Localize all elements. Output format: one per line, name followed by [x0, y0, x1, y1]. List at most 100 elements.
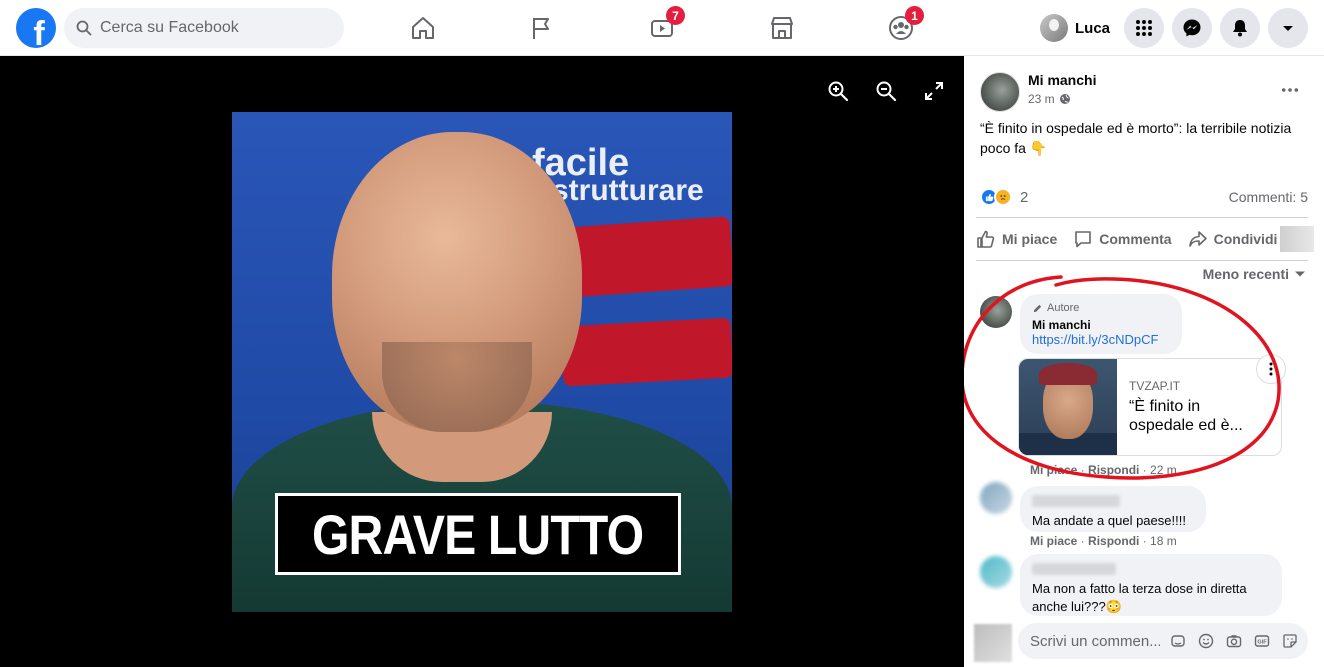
top-navigation-bar: f 7 1 Luca — [0, 0, 1324, 56]
menu-grid-icon — [1136, 20, 1152, 36]
groups-notification-badge: 1 — [905, 6, 924, 25]
more-dots-icon — [1281, 88, 1299, 92]
profile-name: Luca — [1075, 19, 1111, 37]
post-text: “È finito in ospedale ed è morto”: la te… — [980, 120, 1292, 156]
fullscreen-icon[interactable] — [921, 78, 947, 104]
write-comment-box[interactable]: GIF — [1018, 623, 1308, 659]
post-options-button[interactable] — [1276, 78, 1304, 102]
pencil-icon — [1033, 304, 1042, 312]
chevron-down-icon — [1283, 26, 1293, 31]
link-preview-site: TVZAP.IT — [1129, 379, 1181, 393]
post-meta: 23 m — [1028, 92, 1071, 106]
comment-link[interactable]: https://bit.ly/3cNDpCF — [1032, 332, 1170, 347]
watch-video-icon[interactable]: 7 — [642, 6, 685, 48]
comment-label: Commenta — [1099, 231, 1172, 247]
photo-caption-box: GRAVE LUTTO — [275, 493, 681, 575]
comment-text: Ma non a fatto la terza dose in diretta … — [1032, 581, 1247, 614]
post-time[interactable]: 23 m — [1028, 92, 1055, 106]
account-menu-button[interactable] — [1268, 8, 1308, 48]
groups-icon[interactable]: 1 — [881, 6, 924, 48]
photo-background-text: strutturare — [552, 174, 704, 207]
pages-flag-icon[interactable] — [522, 8, 562, 48]
photo-viewer: facile strutturare GRAVE LUTTO — [0, 56, 964, 667]
comment-icon — [1075, 231, 1092, 248]
shared-preview-thumbnail[interactable] — [1280, 226, 1314, 252]
divider — [976, 260, 1308, 261]
comment-time[interactable]: 22 m — [1150, 463, 1177, 477]
messenger-icon — [1183, 19, 1201, 37]
avatar — [1040, 14, 1068, 42]
comment-reply-link[interactable]: Rispondi — [1088, 463, 1139, 477]
thumbs-up-icon — [977, 230, 995, 248]
photo-background-sponsor — [560, 317, 732, 387]
menu-grid-button[interactable] — [1124, 8, 1164, 48]
comment-author[interactable]: Mi manchi — [1032, 318, 1170, 332]
share-icon — [1188, 231, 1207, 247]
comment-author-hidden — [1032, 562, 1270, 580]
marketplace-icon[interactable] — [762, 8, 802, 48]
search-bar[interactable] — [64, 8, 344, 48]
home-icon[interactable] — [403, 8, 443, 48]
search-input[interactable] — [100, 19, 320, 37]
globe-icon — [1059, 94, 1070, 104]
more-vertical-icon — [1269, 362, 1273, 376]
caret-down-icon — [1295, 271, 1305, 277]
gif-icon[interactable]: GIF — [1248, 627, 1276, 655]
notifications-button[interactable] — [1220, 8, 1260, 48]
link-preview-card[interactable]: TVZAP.IT “È finito in ospedale ed è... — [1018, 358, 1282, 456]
post-photo: facile strutturare GRAVE LUTTO — [232, 112, 732, 612]
post-side-panel: Mi manchi 23 m “È finito in ospedale ed … — [964, 56, 1324, 667]
comment-like-link[interactable]: Mi piace — [1030, 534, 1077, 548]
comment-bubble: Ma non a fatto la terza dose in diretta … — [1020, 554, 1282, 616]
link-card-options-button[interactable] — [1256, 354, 1286, 384]
bell-icon — [1233, 20, 1247, 37]
comment-author-hidden — [1032, 494, 1194, 512]
zoom-in-icon[interactable] — [825, 78, 851, 104]
avatar-sticker-icon[interactable] — [1164, 627, 1192, 655]
facebook-logo-icon[interactable]: f — [16, 8, 56, 48]
sticker-icon[interactable] — [1276, 627, 1304, 655]
current-user-avatar — [974, 624, 1012, 662]
comment-bubble: Ma andate a quel paese!!!! — [1020, 486, 1206, 532]
messenger-button[interactable] — [1172, 8, 1212, 48]
post-author-name[interactable]: Mi manchi — [1028, 72, 1096, 88]
comment-avatar[interactable] — [980, 296, 1012, 328]
post-actions: Mi piace Commenta Condividi — [964, 222, 1324, 256]
photo-background-sponsor — [559, 216, 732, 298]
link-preview-image — [1019, 359, 1117, 455]
author-tag: Autore — [1032, 302, 1170, 314]
comment-avatar[interactable] — [980, 482, 1012, 514]
comment-bubble: Autore Mi manchi https://bit.ly/3cNDpCF — [1020, 294, 1182, 354]
sad-reaction-icon — [994, 188, 1012, 206]
reactions-summary[interactable]: 2 — [980, 188, 1028, 206]
svg-text:GIF: GIF — [1257, 640, 1267, 646]
share-button[interactable]: Condividi — [1188, 229, 1278, 249]
like-button[interactable]: Mi piace — [976, 229, 1057, 249]
video-notification-badge: 7 — [666, 6, 685, 25]
comment-input[interactable] — [1030, 632, 1160, 650]
camera-icon[interactable] — [1220, 627, 1248, 655]
comments-count[interactable]: Commenti: 5 — [1229, 189, 1308, 205]
comment-avatar[interactable] — [980, 556, 1012, 588]
emoji-icon[interactable] — [1192, 627, 1220, 655]
photo-caption: GRAVE LUTTO — [312, 502, 644, 566]
photo-beard — [382, 342, 532, 432]
comment-like-link[interactable]: Mi piace — [1030, 463, 1077, 477]
comment-actions: Mi piace · Rispondi · 22 m — [1030, 463, 1177, 477]
divider — [976, 217, 1308, 218]
comment-sort-dropdown[interactable]: Meno recenti — [1203, 266, 1306, 282]
link-preview-title: “È finito in ospedale ed è... — [1129, 398, 1243, 434]
search-icon — [76, 20, 92, 36]
comment-button[interactable]: Commenta — [1073, 229, 1172, 249]
like-label: Mi piace — [1002, 231, 1058, 247]
zoom-out-icon[interactable] — [873, 78, 899, 104]
reaction-count: 2 — [1020, 188, 1029, 206]
comment-actions: Mi piace · Rispondi · 18 m — [1030, 534, 1177, 548]
share-label: Condividi — [1213, 231, 1278, 247]
comment-text: Ma andate a quel paese!!!! — [1032, 513, 1186, 528]
comment-tools: GIF — [1164, 627, 1304, 655]
comment-reply-link[interactable]: Rispondi — [1088, 534, 1139, 548]
comment-time[interactable]: 18 m — [1150, 534, 1177, 548]
post-author-avatar[interactable] — [980, 72, 1020, 112]
profile-shortcut[interactable]: Luca — [1036, 12, 1118, 44]
